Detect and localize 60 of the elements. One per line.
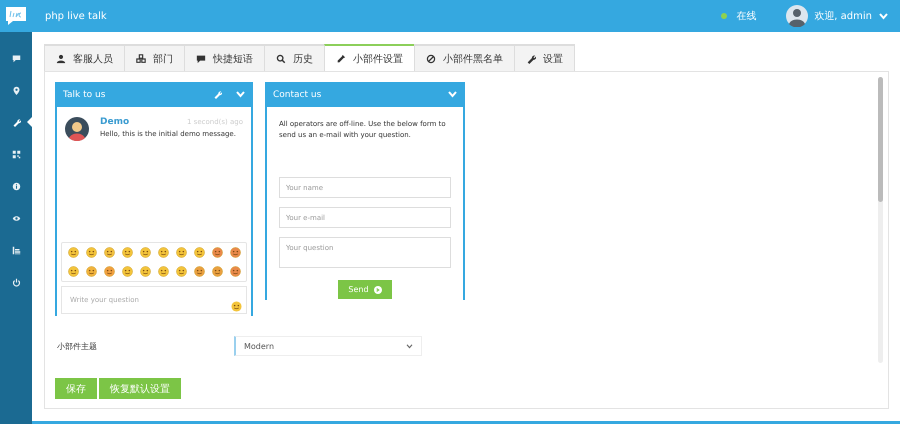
chat-bubble-icon[interactable] [12, 54, 20, 62]
emoji-icon[interactable] [176, 266, 187, 277]
emoji-icon[interactable] [140, 247, 151, 258]
avatar-icon [786, 5, 808, 27]
theme-label: 小部件主题 [56, 340, 98, 352]
tab[interactable]: 历史 [264, 44, 325, 71]
wrench-icon[interactable] [213, 90, 222, 99]
emoji-icon[interactable] [176, 247, 187, 258]
scrollbar[interactable] [878, 77, 883, 363]
emoji-icon[interactable] [194, 247, 205, 258]
widget-title: Talk to us [63, 90, 106, 100]
emoji-icon[interactable] [230, 247, 241, 258]
sender-name: Demo [100, 117, 130, 127]
map-pin-icon[interactable] [12, 86, 20, 94]
eye-icon[interactable] [12, 214, 20, 222]
emoji-icon[interactable] [230, 266, 241, 277]
emoji-icon[interactable] [158, 247, 169, 258]
qr-code-icon[interactable] [12, 150, 20, 158]
emoji-icon[interactable] [122, 266, 133, 277]
arrow-right-icon [374, 286, 382, 294]
logo-icon[interactable] [5, 6, 27, 26]
theme-select[interactable]: Modern [234, 336, 422, 356]
emoji-icon[interactable] [68, 247, 79, 258]
emoji-icon[interactable] [212, 266, 223, 277]
wrench-icon [526, 54, 536, 64]
emoji-icon[interactable] [212, 247, 223, 258]
tab[interactable]: 客服人员 [44, 44, 125, 71]
emoji-icon[interactable] [86, 247, 97, 258]
tab[interactable]: 设置 [514, 44, 575, 71]
status-text: 在线 [736, 10, 756, 23]
info-icon[interactable] [12, 182, 20, 190]
power-icon[interactable] [12, 278, 20, 286]
emoji-icon[interactable] [68, 266, 79, 277]
wrench-icon[interactable] [12, 118, 20, 126]
ban-icon [426, 54, 436, 64]
emoji-icon[interactable] [104, 266, 115, 277]
chevron-down-icon[interactable] [879, 12, 888, 20]
tab[interactable]: 部门 [124, 44, 185, 71]
selection-pointer [27, 117, 32, 127]
emoji-icon[interactable] [86, 266, 97, 277]
emoji-icon[interactable] [104, 247, 115, 258]
avatar-icon [65, 117, 89, 141]
emoji-icon[interactable] [194, 266, 205, 277]
emoji-icon[interactable] [122, 247, 133, 258]
emoji-icon[interactable] [140, 266, 151, 277]
eyedropper-icon [336, 54, 346, 64]
tab[interactable]: 快捷短语 [184, 44, 265, 71]
chat-bubble-icon [196, 54, 206, 64]
widget-title: Contact us [273, 90, 322, 100]
user-icon [56, 54, 66, 64]
app-title: php live talk [45, 10, 107, 22]
chevron-down-icon[interactable] [236, 91, 245, 98]
cubes-icon [136, 54, 146, 64]
tab[interactable]: 小部件黑名单 [414, 44, 515, 71]
chevron-down-icon[interactable] [448, 91, 457, 98]
chevron-down-icon [406, 344, 413, 348]
emoji-icon[interactable] [158, 266, 169, 277]
search-icon [276, 54, 286, 64]
smiley-icon[interactable] [231, 301, 242, 312]
report-icon[interactable] [12, 246, 20, 254]
